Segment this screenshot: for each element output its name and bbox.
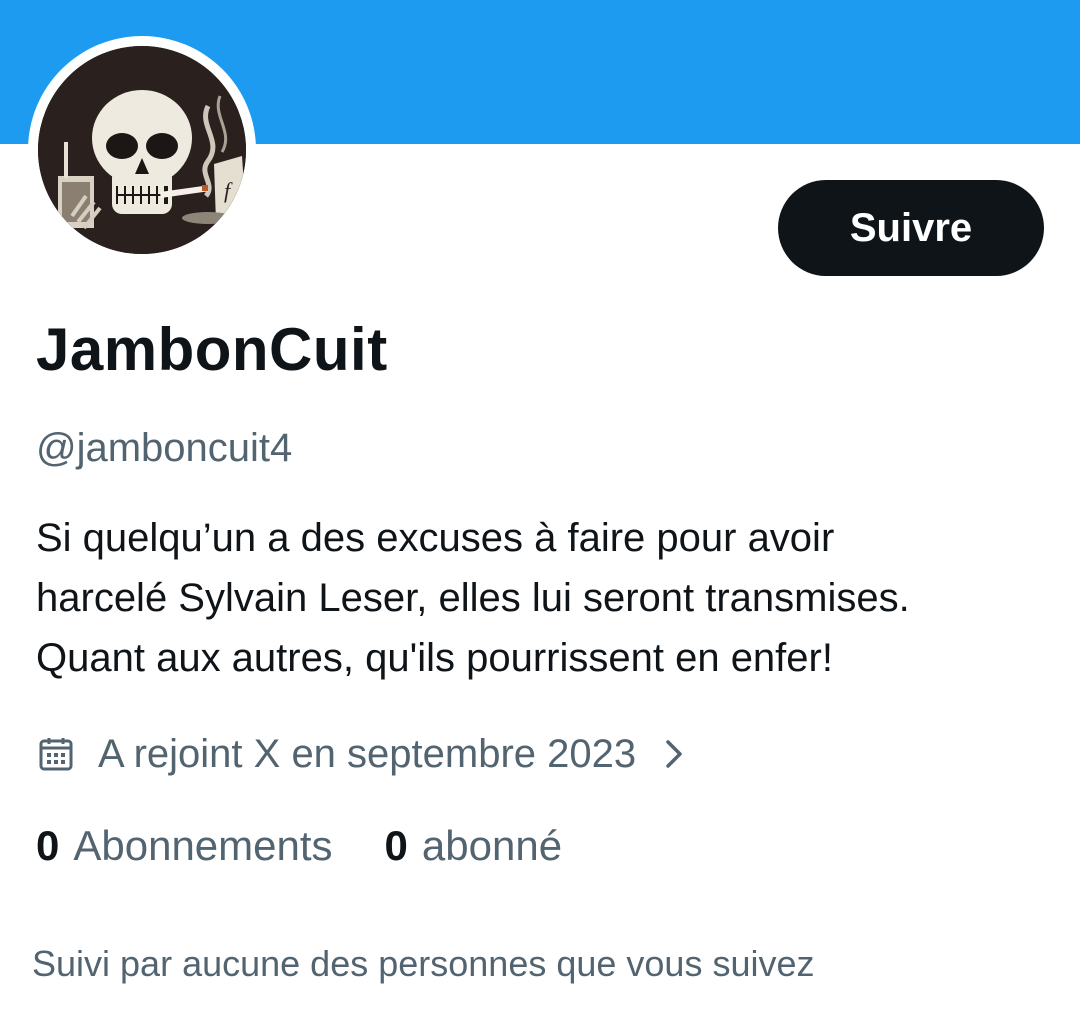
followers-stat[interactable]: 0 abonné [385, 822, 563, 870]
following-stat[interactable]: 0 Abonnements [36, 822, 333, 870]
following-label: Abonnements [73, 822, 333, 869]
bio-line: harcelé Sylvain Leser, elles lui seront … [36, 576, 910, 620]
bio-line: Quant aux autres, qu'ils pourrissent en … [36, 636, 833, 680]
bio-line: Si quelqu’un a des excuses à faire pour … [36, 516, 835, 560]
avatar-skull-image: f [38, 46, 246, 254]
followed-by-text: Suivi par aucune des personnes que vous … [32, 943, 815, 984]
chevron-right-icon[interactable] [662, 734, 690, 774]
avatar-container[interactable]: f [28, 36, 256, 264]
following-count: 0 [36, 822, 60, 869]
user-handle: @jamboncuit4 [36, 426, 293, 470]
followers-label: abonné [421, 822, 563, 869]
followers-count: 0 [384, 822, 408, 869]
calendar-icon [36, 734, 76, 774]
profile-bio: Si quelqu’un a des excuses à faire pour … [36, 508, 1056, 688]
joined-date-text: A rejoint X en septembre 2023 [98, 731, 637, 776]
joined-date-row[interactable]: A rejoint X en septembre 2023 [36, 726, 690, 782]
follow-button[interactable]: Suivre [778, 180, 1044, 276]
display-name: JambonCuit [36, 316, 388, 383]
avatar[interactable]: f [38, 46, 246, 254]
follow-stats: 0 Abonnements 0 abonné [36, 818, 562, 874]
